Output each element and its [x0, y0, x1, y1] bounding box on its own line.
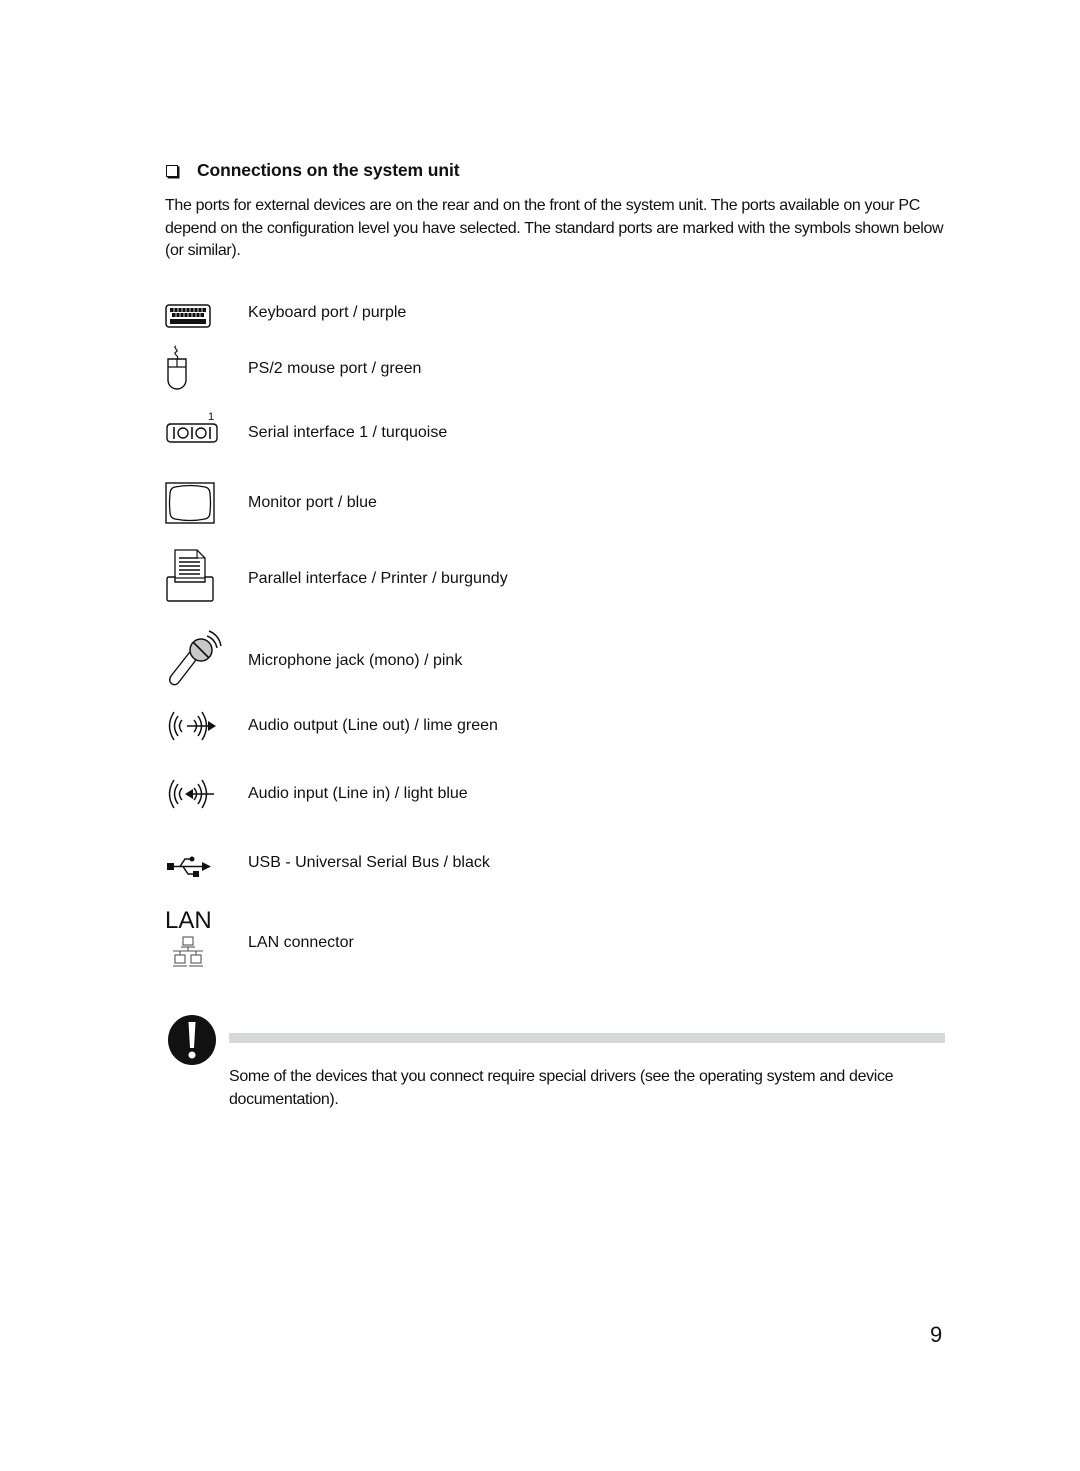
section-heading: Connections on the system unit [166, 160, 460, 181]
port-label: LAN connector [248, 934, 354, 951]
page-number: 9 [930, 1322, 943, 1347]
audio-in-icon [168, 779, 214, 809]
section-title: Connections on the system unit [197, 160, 460, 180]
port-label: Keyboard port / purple [248, 304, 407, 321]
monitor-icon [165, 482, 215, 524]
keyboard-icon [165, 304, 211, 328]
network-icon [173, 936, 203, 967]
port-label: PS/2 mouse port / green [248, 360, 422, 377]
mouse-icon [167, 345, 187, 390]
port-label: Microphone jack (mono) / pink [248, 652, 463, 669]
serial-port-icon: 1 [166, 411, 218, 443]
port-label: USB - Universal Serial Bus / black [248, 854, 490, 871]
port-label: Audio output (Line out) / lime green [248, 717, 498, 734]
intro-paragraph: The ports for external devices are on th… [165, 197, 944, 259]
lan-text: LAN [165, 907, 212, 934]
printer-icon [166, 549, 214, 602]
port-label: Parallel interface / Printer / burgundy [248, 570, 508, 587]
note-divider-bar [229, 1033, 945, 1043]
svg-text:1: 1 [208, 411, 214, 423]
checkbox-bullet-icon [166, 164, 178, 177]
note-text: Some of the devices that you connect req… [229, 1068, 894, 1108]
port-label: Monitor port / blue [248, 494, 377, 511]
exclamation-icon [168, 1015, 216, 1065]
port-label: Serial interface 1 / turquoise [248, 424, 448, 441]
lan-icon: LAN [165, 908, 217, 974]
microphone-icon [169, 630, 222, 686]
usb-icon [167, 856, 211, 877]
port-label: Audio input (Line in) / light blue [248, 785, 468, 802]
audio-out-icon [168, 711, 216, 741]
